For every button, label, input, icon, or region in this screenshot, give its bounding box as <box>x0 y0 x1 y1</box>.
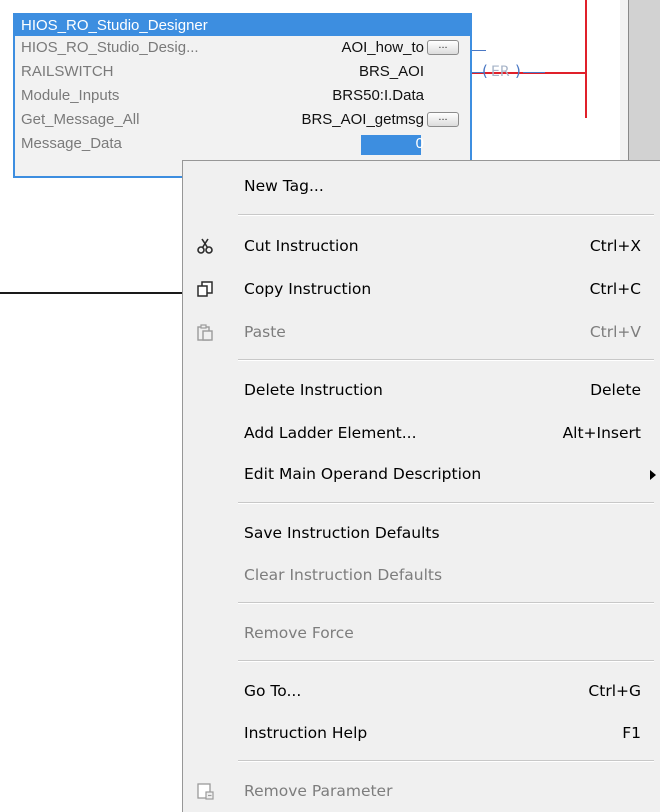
aoi-parameter-row[interactable]: RAILSWITCH BRS_AOI <box>15 60 470 84</box>
aoi-title: HIOS_RO_Studio_Designer <box>15 15 470 36</box>
power-rail-right <box>585 0 587 118</box>
menu-separator <box>238 660 654 662</box>
aoi-parameter-row[interactable]: HIOS_RO_Studio_Desig... AOI_how_to ... <box>15 36 470 60</box>
menu-item-shortcut: Ctrl+V <box>589 323 641 341</box>
menu-item-label: Clear Instruction Defaults <box>244 566 443 584</box>
menu-item-shortcut: Alt+Insert <box>562 424 641 442</box>
menu-item-label: Cut Instruction <box>244 237 359 255</box>
context-menu[interactable]: New Tag... Cut Instruction Ctrl+X Copy I… <box>182 160 660 812</box>
paste-icon <box>196 323 214 341</box>
vertical-scrollbar-thumb[interactable] <box>628 0 660 165</box>
menu-item-shortcut: Ctrl+G <box>588 682 641 700</box>
menu-item-delete-instruction[interactable]: Delete Instruction Delete <box>184 371 660 409</box>
aoi-parameter-value[interactable]: AOI_how_to <box>341 36 424 60</box>
menu-item-edit-main-operand-description[interactable]: Edit Main Operand Description <box>184 455 660 493</box>
aoi-parameter-row[interactable]: Message_Data 0 <box>15 132 470 156</box>
menu-item-copy-instruction[interactable]: Copy Instruction Ctrl+C <box>184 270 660 308</box>
menu-separator <box>238 359 654 361</box>
aoi-parameter-value[interactable]: BRS50:I.Data <box>332 84 424 108</box>
coil-wire-right <box>523 72 545 73</box>
aoi-parameter-name: RAILSWITCH <box>21 63 114 80</box>
ladder-editor-canvas[interactable]: ( ER ) HIOS_RO_Studio_Designer HIOS_RO_S… <box>0 0 660 812</box>
menu-item-label: Paste <box>244 323 286 341</box>
aoi-parameter-value[interactable]: 0 <box>416 132 424 156</box>
coil-label[interactable]: ER <box>491 64 510 80</box>
aoi-parameter-value[interactable]: BRS_AOI_getmsg <box>301 108 424 132</box>
menu-item-new-tag[interactable]: New Tag... <box>184 167 660 205</box>
coil-open-paren: ( <box>482 62 488 80</box>
aoi-parameter-name: Module_Inputs <box>21 87 120 104</box>
menu-item-label: Delete Instruction <box>244 381 383 399</box>
aoi-value-selection <box>361 135 421 155</box>
menu-separator <box>238 214 654 216</box>
menu-item-shortcut: Ctrl+C <box>589 280 641 298</box>
menu-item-label: Go To... <box>244 682 302 700</box>
menu-separator <box>238 760 654 762</box>
menu-item-label: Copy Instruction <box>244 280 372 298</box>
menu-separator <box>238 602 654 604</box>
copy-icon <box>196 280 214 298</box>
menu-item-remove-parameter[interactable]: Remove Parameter <box>184 772 660 810</box>
menu-item-label: Remove Force <box>244 624 354 642</box>
menu-item-label: Remove Parameter <box>244 782 393 800</box>
aoi-parameter-name: Message_Data <box>21 135 122 152</box>
menu-item-save-instruction-defaults[interactable]: Save Instruction Defaults <box>184 514 660 552</box>
menu-item-label: Save Instruction Defaults <box>244 524 440 542</box>
scissors-icon <box>196 237 214 255</box>
aoi-browse-button[interactable]: ... <box>427 40 459 55</box>
menu-item-cut-instruction[interactable]: Cut Instruction Ctrl+X <box>184 227 660 265</box>
aoi-parameter-name: HIOS_RO_Studio_Desig... <box>21 39 199 56</box>
aoi-parameter-row[interactable]: Module_Inputs BRS50:I.Data <box>15 84 470 108</box>
menu-item-instruction-help[interactable]: Instruction Help F1 <box>184 714 660 752</box>
menu-item-label: Instruction Help <box>244 724 368 742</box>
rung-wire-left <box>0 292 186 294</box>
submenu-arrow-icon <box>650 470 656 480</box>
menu-item-paste[interactable]: Paste Ctrl+V <box>184 313 660 351</box>
menu-item-label: Edit Main Operand Description <box>244 465 482 483</box>
aoi-parameter-name: Get_Message_All <box>21 111 140 128</box>
coil-close-paren: ) <box>515 62 521 80</box>
menu-item-shortcut: Delete <box>590 381 641 399</box>
menu-item-shortcut: F1 <box>622 724 641 742</box>
menu-item-add-ladder-element[interactable]: Add Ladder Element... Alt+Insert <box>184 414 660 452</box>
rung-wire-top <box>472 50 486 51</box>
aoi-browse-button[interactable]: ... <box>427 112 459 127</box>
menu-item-go-to[interactable]: Go To... Ctrl+G <box>184 672 660 710</box>
menu-separator <box>238 502 654 504</box>
menu-item-clear-instruction-defaults[interactable]: Clear Instruction Defaults <box>184 556 660 594</box>
remove-parameter-icon <box>196 782 214 800</box>
menu-item-label: Add Ladder Element... <box>244 424 417 442</box>
aoi-parameter-row[interactable]: Get_Message_All BRS_AOI_getmsg ... <box>15 108 470 132</box>
aoi-parameter-value[interactable]: BRS_AOI <box>359 60 424 84</box>
menu-item-remove-force[interactable]: Remove Force <box>184 614 660 652</box>
menu-item-shortcut: Ctrl+X <box>589 237 641 255</box>
menu-item-label: New Tag... <box>244 177 324 195</box>
aoi-instruction-block[interactable]: HIOS_RO_Studio_Designer HIOS_RO_Studio_D… <box>13 13 472 178</box>
